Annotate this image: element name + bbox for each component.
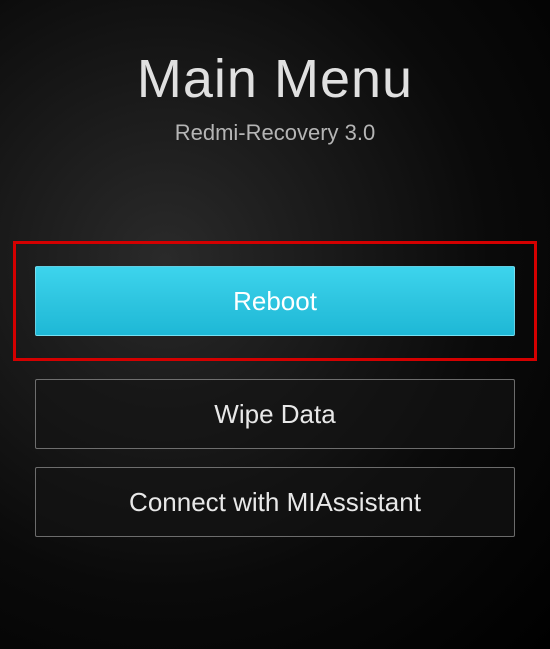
page-subtitle: Redmi-Recovery 3.0 bbox=[175, 120, 376, 146]
page-title: Main Menu bbox=[137, 48, 413, 110]
main-menu: Reboot Wipe Data Connect with MIAssistan… bbox=[0, 241, 550, 537]
menu-item-label: Reboot bbox=[233, 286, 317, 317]
menu-item-wipe-data[interactable]: Wipe Data bbox=[35, 379, 515, 449]
menu-item-label: Wipe Data bbox=[214, 399, 335, 430]
menu-item-connect-miassistant[interactable]: Connect with MIAssistant bbox=[35, 467, 515, 537]
annotation-highlight: Reboot bbox=[13, 241, 537, 361]
menu-item-reboot[interactable]: Reboot bbox=[35, 266, 515, 336]
menu-item-label: Connect with MIAssistant bbox=[129, 487, 421, 518]
recovery-screen: Main Menu Redmi-Recovery 3.0 Reboot Wipe… bbox=[0, 0, 550, 649]
